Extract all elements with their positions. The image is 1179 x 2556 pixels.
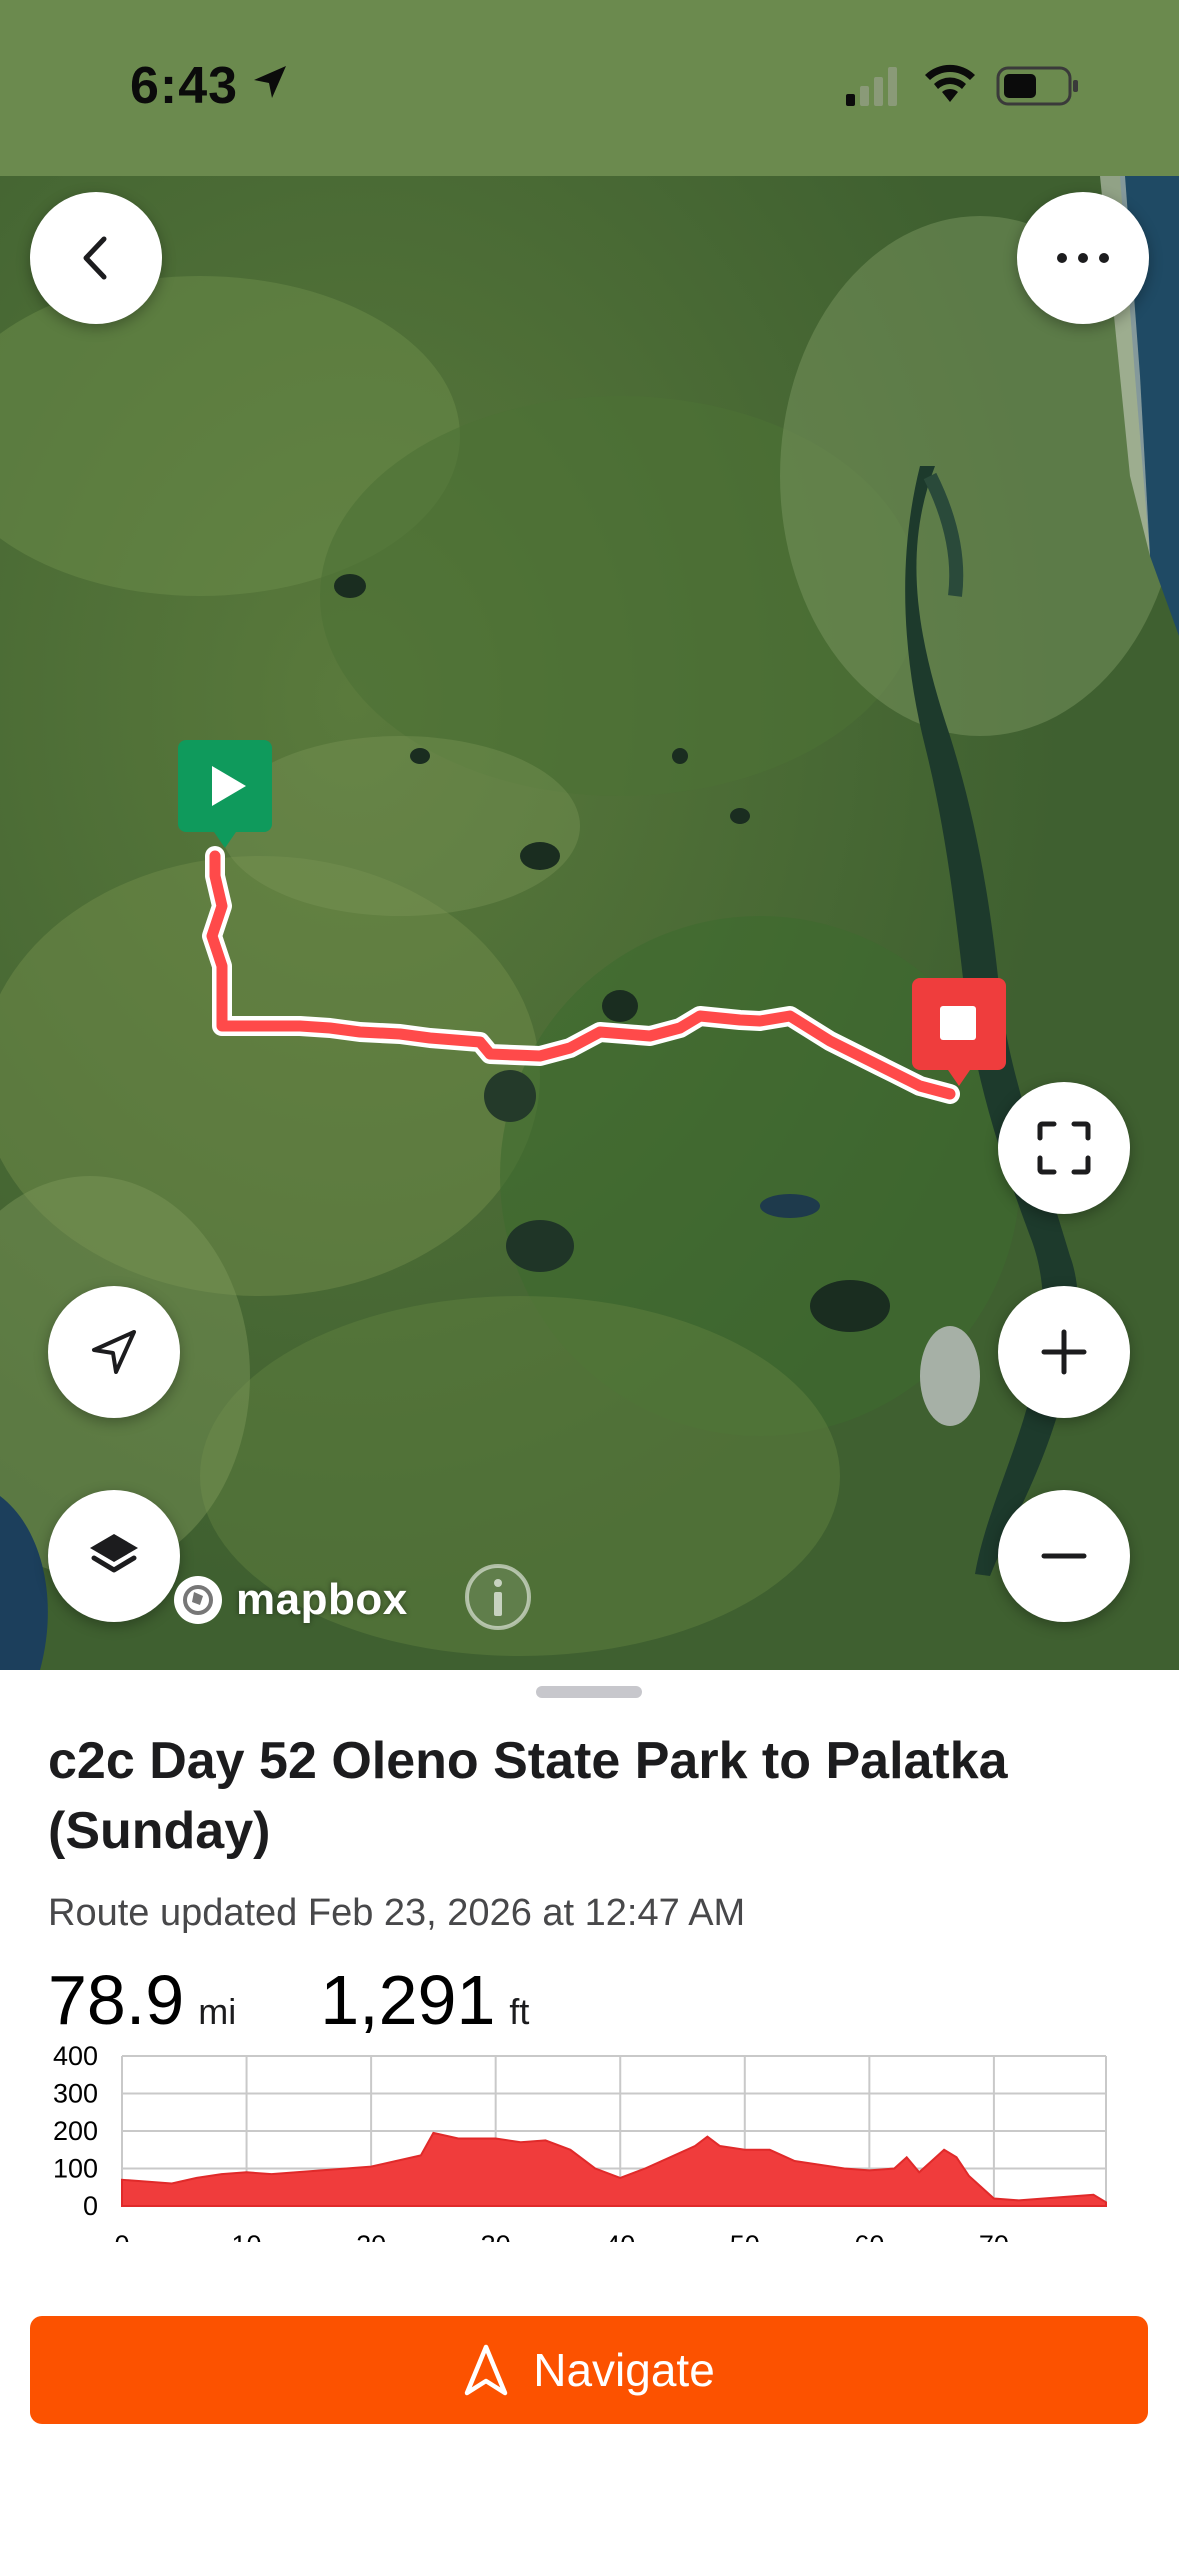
navigate-label: Navigate <box>533 2344 715 2396</box>
x-tick-label: 10 <box>232 2230 262 2242</box>
route-updated-text: Route updated Feb 23, 2026 at 12:47 AM <box>48 1892 746 1934</box>
route-title: c2c Day 52 Oleno State Park to Palatka (… <box>48 1732 1008 1860</box>
x-tick-label: 0 <box>114 2230 129 2242</box>
back-button[interactable] <box>30 192 162 324</box>
info-icon[interactable] <box>463 1562 533 1632</box>
fullscreen-icon <box>1037 1121 1091 1175</box>
navigate-button[interactable]: Navigate <box>30 2316 1148 2424</box>
status-bar: 6:43 <box>0 0 1179 176</box>
x-tick-label: 20 <box>356 2230 386 2242</box>
elevation-profile-chart: 400 300 200 100 0 0 10 20 30 40 50 60 70 <box>53 2042 1107 2242</box>
satellite-imagery <box>0 176 1179 1670</box>
y-tick-label: 200 <box>53 2116 98 2146</box>
more-options-button[interactable] <box>1017 192 1149 324</box>
route-stats: 78.9 mi 1,291 ft <box>48 1960 529 2040</box>
status-time: 6:43 <box>130 57 239 115</box>
minus-icon <box>1041 1553 1087 1559</box>
zoom-out-button[interactable] <box>998 1490 1130 1622</box>
y-tick-label: 0 <box>83 2191 98 2221</box>
elevation-value: 1,291 <box>320 1961 496 2039</box>
my-location-button[interactable] <box>48 1286 180 1418</box>
mapbox-logo-icon <box>174 1576 222 1624</box>
y-tick-label: 300 <box>53 2079 98 2109</box>
location-services-icon <box>254 66 286 98</box>
navigation-arrow-icon <box>464 2344 508 2396</box>
x-tick-label: 60 <box>854 2230 884 2242</box>
plus-icon <box>1041 1329 1087 1375</box>
more-horizontal-icon <box>1057 253 1109 263</box>
sheet-drag-handle[interactable] <box>536 1686 642 1698</box>
chevron-left-icon <box>83 236 107 280</box>
y-tick-label: 100 <box>53 2154 98 2184</box>
layers-icon <box>90 1534 138 1573</box>
end-marker-icon[interactable] <box>910 976 1008 1092</box>
mapbox-wordmark: mapbox <box>236 1575 408 1624</box>
mapbox-logo: mapbox <box>170 1572 408 1628</box>
x-tick-label: 70 <box>979 2230 1009 2242</box>
cellular-signal-icon <box>846 67 897 106</box>
navigation-arrow-icon <box>92 1330 136 1374</box>
x-tick-label: 50 <box>730 2230 760 2242</box>
route-map[interactable]: mapbox <box>0 176 1179 1670</box>
fit-route-button[interactable] <box>998 1082 1130 1214</box>
distance-unit: mi <box>198 1991 237 2032</box>
wifi-icon <box>925 64 975 102</box>
map-layers-button[interactable] <box>48 1490 180 1622</box>
distance-value: 78.9 <box>48 1961 185 2039</box>
battery-icon <box>996 66 1078 106</box>
y-tick-label: 400 <box>53 2042 98 2071</box>
zoom-in-button[interactable] <box>998 1286 1130 1418</box>
x-tick-label: 40 <box>605 2230 635 2242</box>
x-tick-label: 30 <box>481 2230 511 2242</box>
elevation-unit: ft <box>509 1991 530 2032</box>
start-marker-icon[interactable] <box>176 738 274 854</box>
